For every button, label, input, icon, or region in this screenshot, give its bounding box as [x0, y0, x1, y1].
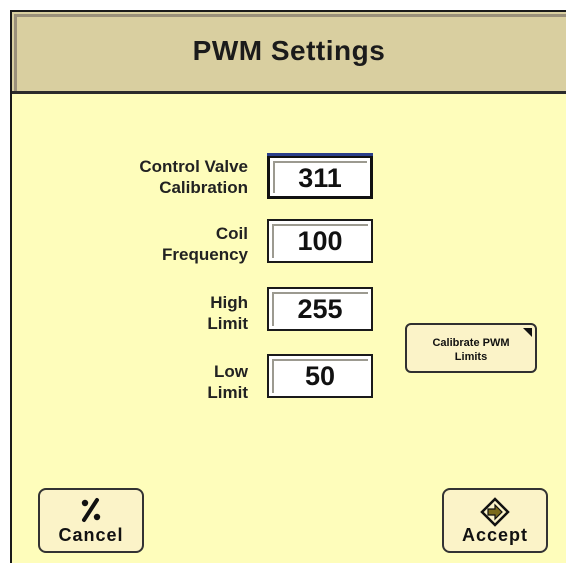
coil-frequency-input[interactable]: 100 — [267, 219, 373, 263]
control-valve-calibration-label: Control Valve Calibration — [48, 156, 248, 198]
label-line-1: Low — [214, 362, 248, 381]
right-margin — [566, 10, 572, 563]
label-line-2: Calibration — [159, 178, 248, 197]
high-limit-value: 255 — [297, 294, 343, 324]
top-margin — [0, 0, 572, 10]
coil-frequency-label: Coil Frequency — [48, 223, 248, 265]
low-limit-input[interactable]: 50 — [267, 354, 373, 398]
title-bar: PWM Settings — [12, 12, 566, 94]
calibrate-button-line-1: Calibrate PWM — [432, 337, 510, 349]
cancel-slash-icon — [81, 498, 101, 522]
high-limit-label: High Limit — [48, 292, 248, 334]
accept-button[interactable]: Accept — [442, 488, 548, 553]
cancel-button[interactable]: Cancel — [38, 488, 144, 553]
calibrate-pwm-limits-button[interactable]: Calibrate PWM Limits — [405, 323, 537, 373]
high-limit-input[interactable]: 255 — [267, 287, 373, 331]
label-line-1: Control Valve — [139, 157, 248, 176]
pwm-settings-dialog: PWM Settings Control Valve Calibration 3… — [10, 10, 566, 563]
control-valve-calibration-input[interactable]: 311 — [267, 153, 373, 199]
accept-arrow-icon — [480, 497, 510, 527]
label-line-2: Frequency — [162, 245, 248, 264]
low-limit-value: 50 — [304, 361, 336, 391]
dialog-title: PWM Settings — [192, 35, 386, 66]
calibrate-button-line-2: Limits — [454, 351, 488, 363]
accept-label: Accept — [461, 525, 529, 545]
cancel-label: Cancel — [58, 525, 124, 545]
control-valve-calibration-value: 311 — [298, 163, 342, 193]
coil-frequency-value: 100 — [297, 226, 343, 256]
label-line-2: Limit — [207, 314, 248, 333]
label-line-1: High — [210, 293, 248, 312]
label-line-2: Limit — [207, 383, 248, 402]
label-line-1: Coil — [215, 224, 248, 243]
low-limit-label: Low Limit — [48, 361, 248, 403]
left-margin — [0, 10, 10, 563]
